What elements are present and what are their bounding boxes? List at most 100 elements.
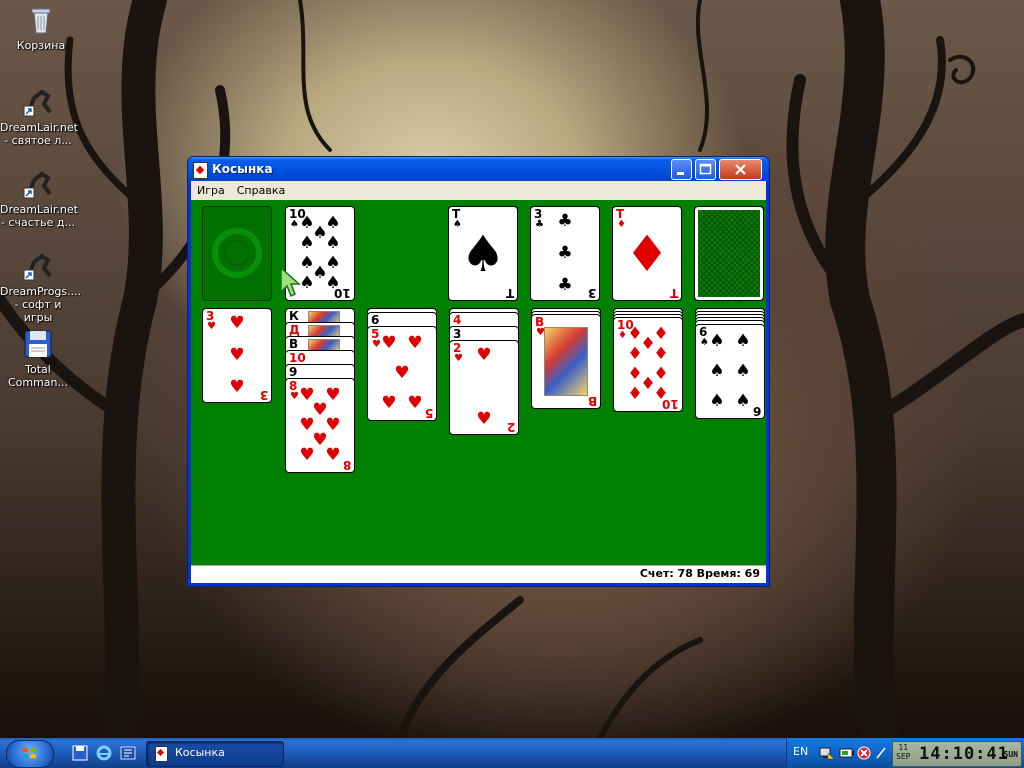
clock-weekday: SUN	[1003, 750, 1018, 759]
card-rank-bottom: 5	[424, 406, 433, 420]
close-button[interactable]	[719, 159, 762, 180]
solitaire-window: Косынка Игра Справка 10 ♠ ♠ ♠ ♠ ♠ ♠ ♠ ♠ ♠	[187, 156, 770, 587]
solitaire-app-icon	[193, 162, 208, 179]
card-pip: ♥	[299, 445, 315, 465]
card-rank: 10	[289, 351, 306, 365]
card-pip: ♠	[735, 361, 751, 381]
card-suit: ♥	[454, 353, 463, 364]
card-pip: ♣	[557, 211, 573, 231]
quicklaunch-save-icon[interactable]	[72, 745, 88, 761]
recycle-bin-icon	[25, 4, 57, 36]
foundation-pile-3[interactable]: Т ♦ ♦ Т	[612, 206, 682, 301]
card-center-suit: ♠	[460, 225, 506, 283]
desktop-icon-dreamlair-1[interactable]: DreamLair.net - святое л...	[0, 86, 78, 147]
clock-day-number: 11	[898, 743, 909, 752]
foundation-pile-1[interactable]: Т ♠ ♠ Т	[448, 206, 518, 301]
desktop-icon-dreamlair-2[interactable]: DreamLair.net - счастье д...	[0, 168, 78, 229]
card-pip: ♥	[229, 377, 245, 397]
menu-bar: Игра Справка	[191, 181, 766, 200]
clock-month: SEP	[896, 752, 911, 761]
card-pip: ♥	[476, 409, 492, 429]
tableau-7-top-card[interactable]: 6 ♠ ♠ ♠ ♠ ♠ ♠ ♠ 6	[695, 324, 765, 419]
card-rank: В	[289, 337, 299, 351]
card-rank-bottom: 6	[752, 404, 761, 418]
card-rank: Д	[289, 323, 300, 337]
network-icon[interactable]	[819, 746, 835, 760]
battery-icon[interactable]	[839, 746, 855, 760]
card-rank-bottom: 3	[259, 388, 268, 402]
card-rank-bottom: 10	[662, 397, 679, 411]
clock-time: 14:10:41	[919, 744, 1009, 764]
desktop-icon-label: DreamProgs.... - софт и игры	[0, 285, 82, 324]
tableau-5-top-card[interactable]: В ♥ В	[531, 314, 601, 409]
start-button[interactable]	[6, 740, 54, 768]
card-pip: ♥	[407, 393, 423, 413]
shortcut-icon	[22, 86, 54, 118]
card-rank-bottom: 3	[587, 286, 596, 300]
solitaire-app-icon	[155, 746, 168, 762]
menu-help[interactable]: Справка	[231, 181, 291, 197]
card-rank: К	[289, 309, 299, 323]
shortcut-icon	[22, 250, 54, 282]
card-rank-bottom: 2	[506, 420, 515, 434]
tableau-6-top-card[interactable]: 10 ♦ ♦ ♦ ♦ ♦ ♦ ♦ ♦ ♦ ♦ ♦ 10	[613, 317, 683, 412]
card-pip: ♥	[407, 333, 423, 353]
card-pip: ♠	[299, 233, 315, 253]
desktop-icon-label: DreamLair.net - счастье д...	[0, 203, 78, 229]
foundation-pile-4-facedown[interactable]	[694, 206, 764, 301]
system-tray: EN 11 SEP 14:10:41 SUN	[786, 738, 1024, 768]
close-icon	[735, 164, 746, 175]
desktop-icon-label: Корзина	[16, 39, 66, 52]
internet-explorer-icon[interactable]	[96, 745, 112, 761]
clock-date: 11 SEP	[896, 743, 910, 761]
desktop-icon-recycle-bin[interactable]: Корзина	[3, 4, 79, 52]
tableau-4-top-card[interactable]: 2 ♥ ♥ ♥ 2	[449, 340, 519, 435]
desktop-icon-total-commander[interactable]: Total Comman...	[0, 328, 76, 389]
maximize-icon	[699, 163, 712, 175]
stock-pile-empty[interactable]	[202, 206, 272, 301]
taskbar-button-solitaire[interactable]: Косынка	[146, 741, 284, 767]
recycle-stock-icon	[212, 228, 262, 278]
floppy-icon	[22, 328, 54, 360]
tableau-1-top-card[interactable]: 3 ♥ ♥ ♥ ♥ 3	[202, 308, 272, 403]
card-pip: ♠	[709, 391, 725, 411]
window-titlebar[interactable]: Косынка	[188, 157, 769, 181]
maximize-button[interactable]	[695, 159, 716, 180]
card-rank-bottom: В	[587, 394, 597, 408]
card-rank-bottom: Т	[669, 286, 678, 300]
game-board[interactable]: 10 ♠ ♠ ♠ ♠ ♠ ♠ ♠ ♠ ♠ ♠ ♠ 10 Т ♠ ♠ Т 3 ♣ …	[191, 200, 766, 566]
card-center-suit: ♦	[624, 225, 670, 283]
minimize-icon	[677, 172, 684, 175]
card-rank-bottom: 10	[334, 286, 351, 300]
menu-game[interactable]: Игра	[191, 181, 231, 197]
foundation-pile-2[interactable]: 3 ♣ ♣ ♣ ♣ 3	[530, 206, 600, 301]
desktop-icon-dreamprogs[interactable]: DreamProgs.... - софт и игры	[0, 250, 82, 324]
card-pip: ♥	[381, 393, 397, 413]
tableau-3-top-card[interactable]: 5 ♥ ♥ ♥ ♥ ♥ ♥ 5	[367, 326, 437, 421]
tray-expand-icon[interactable]	[875, 746, 887, 760]
card-pip: ♣	[557, 243, 573, 263]
language-indicator[interactable]: EN	[793, 745, 808, 758]
taskbar: Косынка EN 11 SEP 14:10:41 SUN	[0, 738, 1024, 768]
card-pip: ♥	[394, 363, 410, 383]
card-pip: ♥	[476, 345, 492, 365]
card-pip: ♦	[627, 384, 643, 404]
mouse-cursor-icon	[280, 266, 301, 298]
clock-widget[interactable]: 11 SEP 14:10:41 SUN	[892, 741, 1022, 767]
minimize-button[interactable]	[671, 159, 692, 180]
windows-logo-icon	[22, 748, 36, 759]
tableau-2-top-card[interactable]: 8 ♥ ♥ ♥ ♥ ♥ ♥ ♥ ♥ ♥ 8	[285, 378, 355, 473]
court-card-art	[544, 327, 588, 396]
quicklaunch-app-icon[interactable]	[120, 745, 136, 761]
card-suit: ♥	[207, 321, 216, 332]
card-pip: ♥	[381, 333, 397, 353]
card-pip: ♥	[229, 313, 245, 333]
desktop-icon-label: DreamLair.net - святое л...	[0, 121, 78, 147]
card-rank: 3	[453, 327, 462, 341]
security-alert-icon[interactable]	[857, 746, 871, 760]
card-rank: 6	[371, 313, 380, 327]
card-suit: ♣	[535, 219, 544, 230]
card-pip: ♥	[229, 345, 245, 365]
card-pip: ♣	[557, 275, 573, 295]
card-pip: ♠	[735, 331, 751, 351]
